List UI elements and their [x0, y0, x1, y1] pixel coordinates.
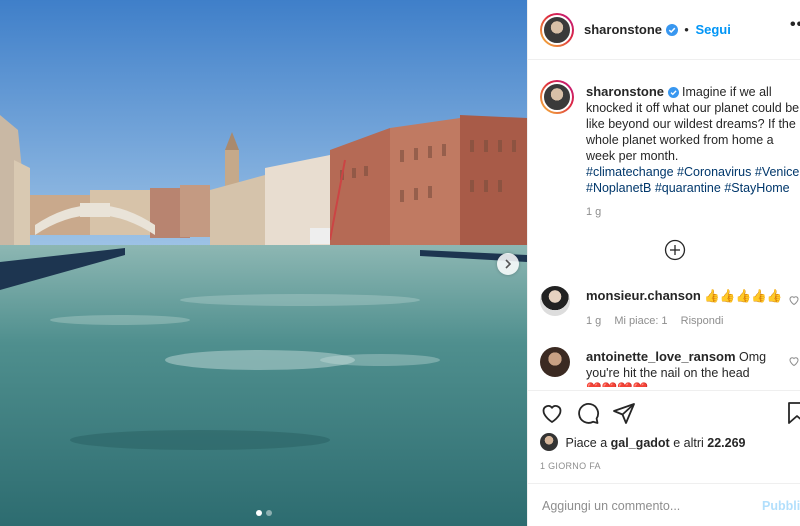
heart-icon[interactable] — [788, 355, 800, 367]
carousel-indicator — [0, 510, 527, 516]
author-username[interactable]: sharonstone — [584, 22, 662, 37]
hashtag-link[interactable]: #Venice — [755, 165, 799, 179]
comment-icon[interactable] — [576, 401, 600, 425]
venice-canal-photo — [0, 0, 527, 526]
post-photo[interactable] — [0, 0, 527, 526]
comment-meta: 1 g Mi piace: 1 Rispondi — [586, 315, 733, 327]
hashtag-link[interactable]: #NoplanetB — [586, 181, 651, 195]
share-icon[interactable] — [612, 401, 636, 425]
post-header: sharonstone • Segui ••• — [528, 0, 800, 60]
caption-author-avatar[interactable] — [540, 80, 574, 114]
heart-icon[interactable] — [540, 401, 564, 425]
caption-username[interactable]: sharonstone — [586, 84, 664, 99]
next-photo-button[interactable] — [497, 253, 519, 275]
caption-text-block: sharonstone Imagine if we all knocked it… — [586, 84, 800, 196]
comment-item: antoinette_love_ransom Omg you're hit th… — [540, 347, 800, 387]
likes-count[interactable]: 22.269 — [707, 436, 745, 450]
more-options-label: ••• — [790, 16, 800, 33]
comment-username[interactable]: monsieur.chanson — [586, 288, 701, 303]
heart-icon[interactable] — [788, 294, 800, 306]
comment-emoji: ❤️❤️❤️❤️ — [586, 382, 648, 387]
caption-time: 1 g — [586, 206, 602, 218]
post-side-panel: sharonstone • Segui ••• sharonstone — [527, 0, 800, 526]
hashtag-link[interactable]: #Coronavirus — [677, 165, 751, 179]
hashtag-link[interactable]: #quarantine — [655, 181, 721, 195]
carousel-dot — [265, 510, 272, 516]
comment-text-block: monsieur.chanson 👍👍👍👍👍 — [586, 288, 786, 304]
more-options-button[interactable]: ••• — [790, 16, 800, 34]
likes-prefix: Piace a — [565, 436, 608, 450]
hashtag-link[interactable]: #climatechange — [586, 165, 674, 179]
publish-button[interactable]: Pubblica — [762, 499, 800, 513]
author-avatar[interactable] — [540, 13, 574, 47]
comment-time: 1 g — [586, 315, 602, 327]
likes-suffix: e altri — [673, 436, 704, 450]
commenter-avatar[interactable] — [540, 347, 570, 377]
add-comment-bar: Pubblica — [528, 483, 800, 526]
comment-likes[interactable]: Mi piace: 1 — [614, 315, 667, 327]
comment-input[interactable] — [542, 496, 742, 516]
separator-dot: • — [684, 22, 689, 37]
comment-item: monsieur.chanson 👍👍👍👍👍 1 g Mi piace: 1 R… — [540, 286, 800, 336]
instagram-post: sharonstone • Segui ••• sharonstone — [0, 0, 800, 526]
post-actions: Piace a gal_gadot e altri 22.269 1 GIORN… — [528, 390, 800, 526]
carousel-dot — [255, 510, 262, 516]
chevron-right-icon — [505, 259, 512, 269]
verified-icon — [667, 87, 679, 98]
liker-avatar[interactable] — [540, 433, 558, 451]
load-more-icon[interactable] — [664, 239, 686, 261]
likes-summary: Piace a gal_gadot e altri 22.269 — [540, 433, 746, 451]
post-date: 1 GIORNO FA — [540, 461, 601, 471]
follow-button[interactable]: Segui — [695, 22, 730, 37]
comment-username[interactable]: antoinette_love_ransom — [586, 349, 736, 364]
verified-icon — [665, 24, 678, 36]
hashtag-link[interactable]: #StayHome — [724, 181, 789, 195]
reply-button[interactable]: Rispondi — [681, 315, 724, 327]
bookmark-icon[interactable] — [786, 401, 800, 425]
liker-username[interactable]: gal_gadot — [611, 436, 670, 450]
comment-text: 👍👍👍👍👍 — [704, 289, 783, 303]
comment-text-block: antoinette_love_ransom Omg you're hit th… — [586, 349, 786, 387]
commenter-avatar[interactable] — [540, 286, 570, 316]
